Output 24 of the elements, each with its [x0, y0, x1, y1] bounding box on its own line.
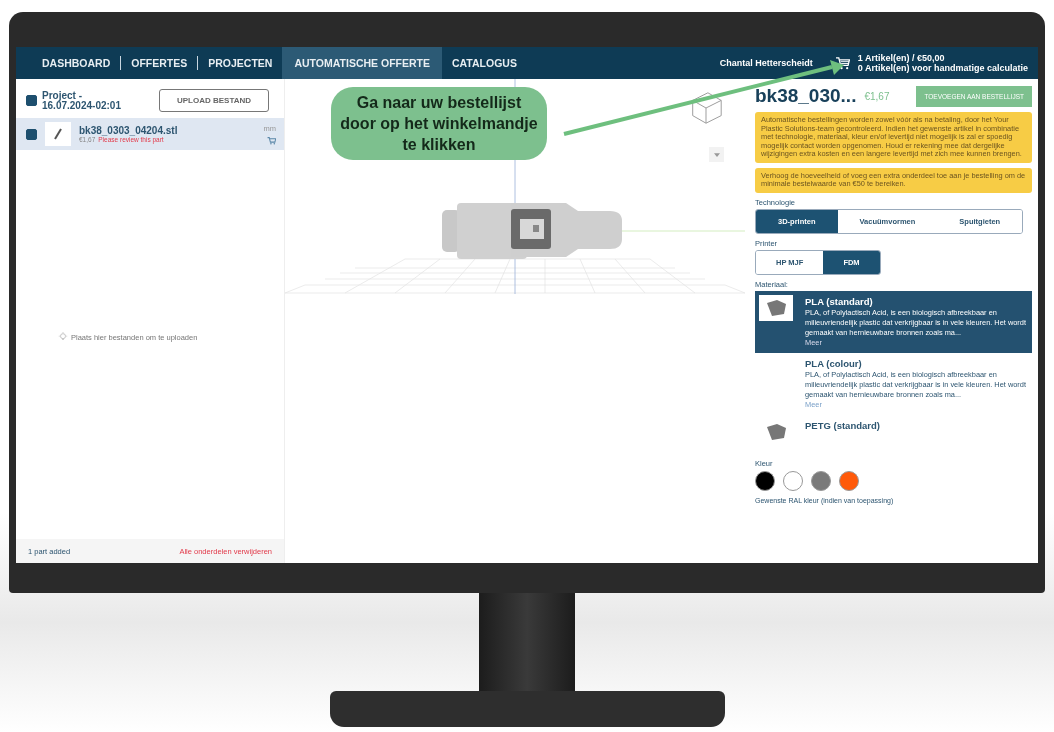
part-title: bk38_030...: [755, 85, 857, 107]
nav-tab[interactable]: DASHBOARD: [32, 47, 121, 79]
callout-bubble: Ga naar uw bestellijst door op het winkelmandje te klikken: [331, 87, 547, 160]
cart-summary[interactable]: 1 Artikel(en) / €50,00: [857, 53, 1028, 63]
color-swatch[interactable]: [839, 470, 859, 491]
user-name[interactable]: Chantal Hetterscheidt: [719, 58, 813, 68]
part-file-name: bk38_0303_04204.stl: [79, 125, 179, 136]
manual-calculation-count: 0 Artikel(en) voor handmatige calculatie: [857, 63, 1028, 73]
project-checkbox[interactable]: [26, 95, 37, 106]
part-thumbnail: [45, 122, 71, 146]
nav-tab[interactable]: PROJECTEN: [198, 47, 283, 79]
project-name: Project - 16.07.2024-02:01: [42, 90, 122, 111]
part-checkbox[interactable]: [26, 128, 37, 140]
nav-tab[interactable]: CATALOGUS: [442, 47, 527, 79]
caret-icon: [713, 152, 720, 157]
upload-button[interactable]: UPLOAD BESTAND: [159, 89, 270, 112]
view-dropdown[interactable]: [709, 147, 724, 162]
color-swatch[interactable]: [811, 470, 831, 491]
color-swatch[interactable]: [755, 470, 775, 491]
cart-icon[interactable]: [834, 56, 850, 70]
nav-tab[interactable]: AUTOMATISCHE OFFERTE: [282, 47, 442, 79]
color-swatch[interactable]: [783, 470, 803, 491]
part-price: €1,67: [864, 90, 890, 102]
nav-tab[interactable]: OFFERTES: [121, 47, 198, 79]
